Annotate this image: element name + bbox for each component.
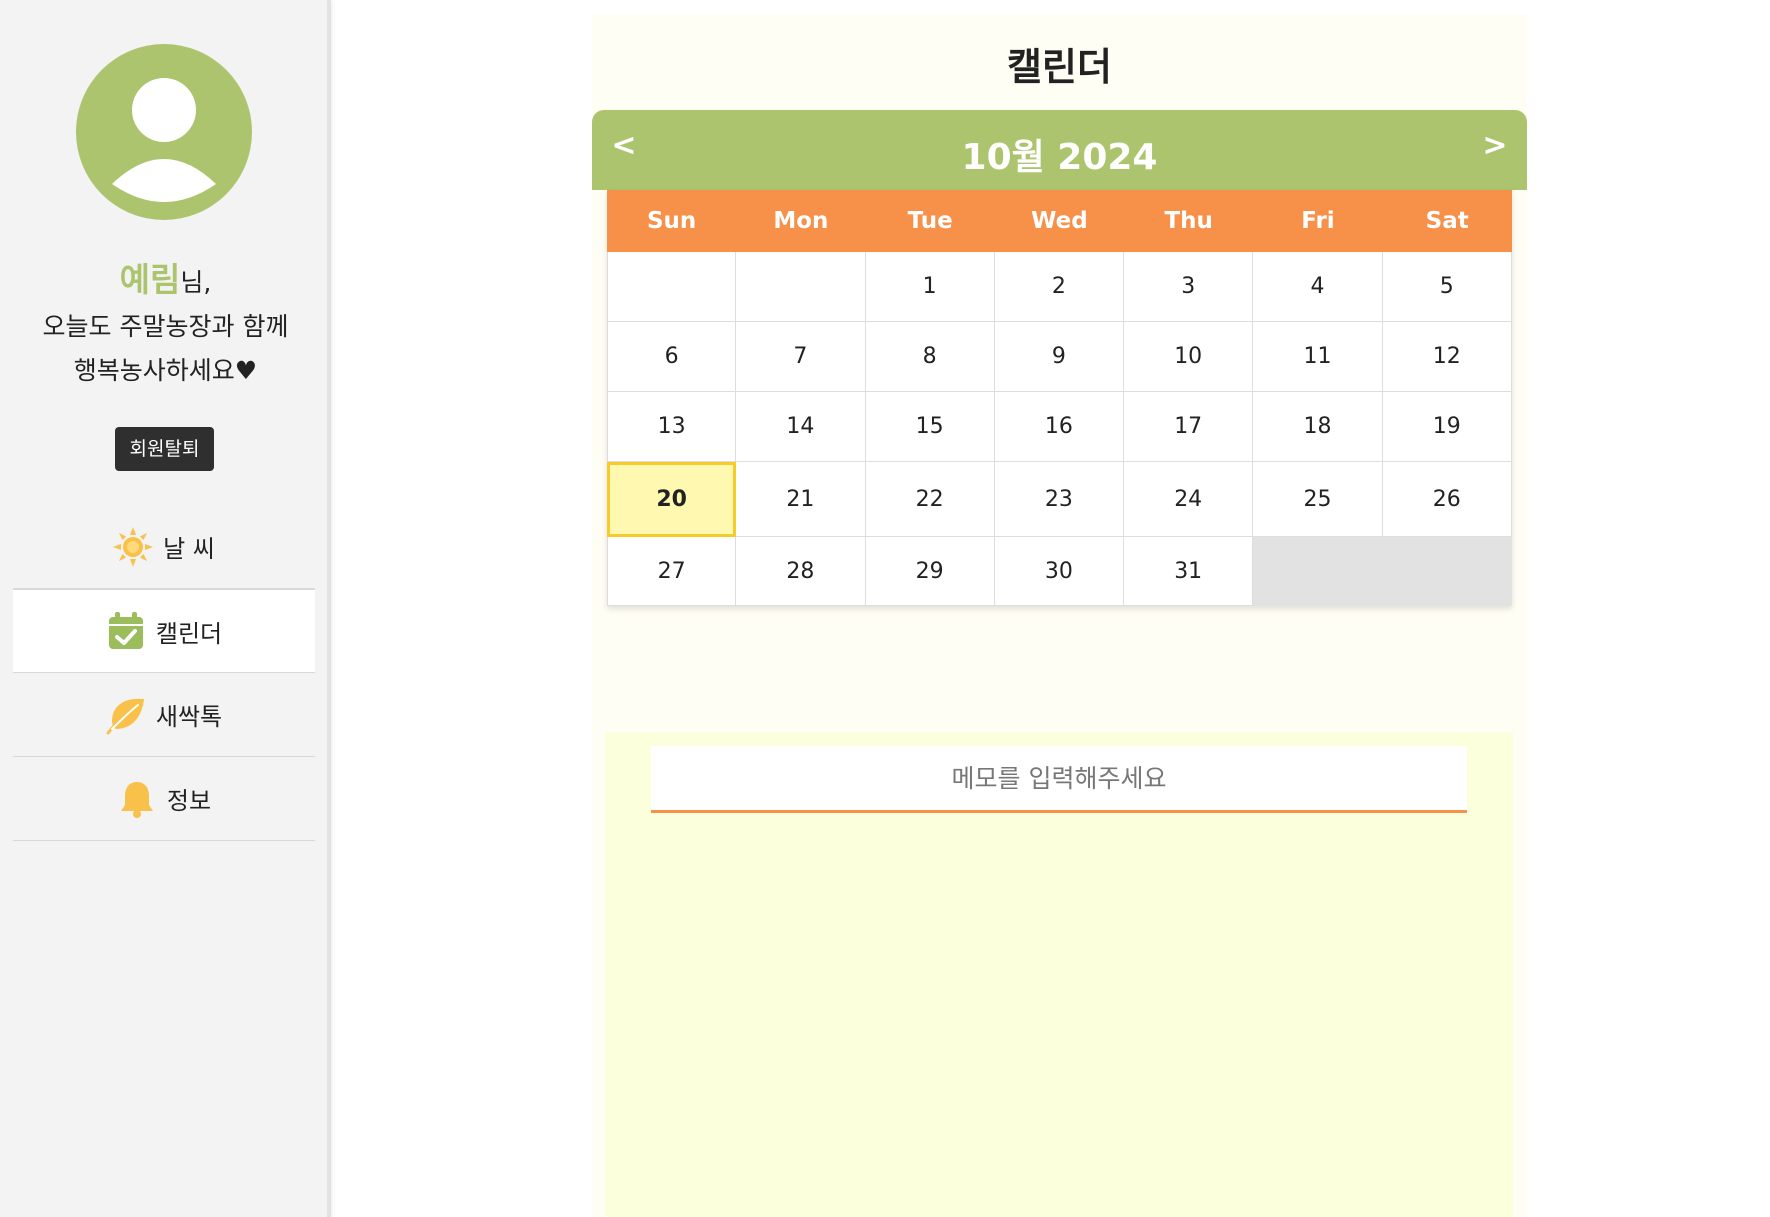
day-cell[interactable]: 11: [1253, 322, 1383, 392]
user-icon: [76, 44, 252, 220]
memo-input[interactable]: [651, 746, 1467, 813]
sidebar-item-calendar[interactable]: 캘린더: [13, 589, 315, 673]
day-cell[interactable]: 9: [994, 322, 1125, 392]
weekday-label: Thu: [1164, 208, 1213, 234]
sun-icon: [113, 526, 154, 567]
day-cell[interactable]: 31: [1124, 537, 1254, 606]
next-month-button[interactable]: >: [1475, 128, 1515, 163]
day-cell-empty: [736, 252, 866, 322]
day-cell[interactable]: 1: [865, 252, 995, 322]
day-cell[interactable]: 18: [1253, 392, 1383, 462]
day-cell[interactable]: 4: [1253, 252, 1383, 322]
leaf-icon: [106, 695, 146, 735]
day-cell[interactable]: 3: [1124, 252, 1254, 322]
greeting-line1: 예림님,: [0, 258, 331, 305]
greeting: 예림님, 오늘도 주말농장과 함께 행복농사하세요♥: [0, 258, 331, 393]
weekday-label: Fri: [1301, 208, 1335, 234]
greeting-suffix: 님,: [180, 268, 212, 297]
page-title: 캘린더: [1007, 45, 1112, 89]
greeting-line2: 오늘도 주말농장과 함께: [42, 312, 289, 341]
avatar: [76, 44, 252, 220]
sidebar-nav: 날 씨 캘린더 새싹톡 정보: [13, 505, 315, 841]
day-cell[interactable]: 23: [994, 462, 1125, 537]
day-cell-empty: [1382, 537, 1512, 606]
day-cell[interactable]: 17: [1124, 392, 1254, 462]
day-cell-empty: [607, 252, 737, 322]
calendar-panel: 캘린더 < 10월 2024 > Sun Mon Tue Wed Thu Fri…: [592, 14, 1527, 1217]
day-cell[interactable]: 28: [736, 537, 866, 606]
month-label: 10월 2024: [961, 137, 1158, 178]
weekday-label: Mon: [773, 208, 829, 234]
sidebar-item-label: 날 씨: [163, 535, 215, 563]
sidebar-item-label: 캘린더: [155, 619, 223, 648]
day-cell[interactable]: 2: [994, 252, 1125, 322]
day-cell[interactable]: 15: [865, 392, 995, 462]
day-cell[interactable]: 16: [994, 392, 1125, 462]
day-cell[interactable]: 24: [1124, 462, 1254, 537]
weekday-label: Wed: [1031, 208, 1088, 234]
calendar-week: 6 7 8 9 10 11 12: [607, 322, 1512, 392]
calendar-header: < 10월 2024 >: [592, 110, 1527, 190]
day-cell[interactable]: 29: [865, 537, 995, 606]
sidebar-item-weather[interactable]: 날 씨: [13, 505, 315, 589]
sidebar-item-info[interactable]: 정보: [13, 757, 315, 841]
sidebar: 예림님, 오늘도 주말농장과 함께 행복농사하세요♥ 회원탈퇴 날 씨 캘린더 …: [0, 0, 331, 1217]
greeting-line3: 행복농사하세요♥: [73, 356, 258, 385]
day-cell[interactable]: 10: [1124, 322, 1254, 392]
bell-icon: [117, 779, 157, 819]
day-cell[interactable]: 30: [994, 537, 1125, 606]
day-cell[interactable]: 8: [865, 322, 995, 392]
day-cell[interactable]: 6: [607, 322, 737, 392]
calendar-week: 13 14 15 16 17 18 19: [607, 392, 1512, 462]
memo-panel: [605, 732, 1513, 1217]
day-cell[interactable]: 14: [736, 392, 866, 462]
day-cell[interactable]: 12: [1382, 322, 1512, 392]
calendar-check-icon: [106, 611, 146, 651]
sidebar-item-label: 새싹톡: [155, 703, 223, 731]
calendar-week: 1 2 3 4 5: [607, 252, 1512, 322]
weekday-label: Sat: [1425, 208, 1469, 234]
weekday-header-row: Sun Mon Tue Wed Thu Fri Sat: [607, 190, 1512, 252]
sidebar-item-label: 정보: [166, 787, 212, 815]
day-cell-empty: [1253, 537, 1383, 606]
withdraw-button[interactable]: 회원탈퇴: [115, 427, 214, 471]
day-cell[interactable]: 27: [607, 537, 737, 606]
calendar-grid: Sun Mon Tue Wed Thu Fri Sat 1 2 3 4 5 6 …: [607, 190, 1512, 606]
day-cell[interactable]: 7: [736, 322, 866, 392]
calendar-week: 20 21 22 23 24 25 26: [607, 462, 1512, 537]
day-cell[interactable]: 21: [736, 462, 866, 537]
weekday-label: Sun: [646, 208, 697, 234]
day-cell[interactable]: 5: [1382, 252, 1512, 322]
weekday-label: Tue: [907, 208, 953, 234]
day-cell[interactable]: 22: [865, 462, 995, 537]
user-name: 예림: [119, 260, 181, 299]
day-cell[interactable]: 25: [1253, 462, 1383, 537]
sidebar-item-sprout-talk[interactable]: 새싹톡: [13, 673, 315, 757]
day-cell-today[interactable]: 20: [607, 462, 737, 537]
day-cell[interactable]: 19: [1382, 392, 1512, 462]
day-cell[interactable]: 13: [607, 392, 737, 462]
calendar-week: 27 28 29 30 31: [607, 537, 1512, 606]
day-cell[interactable]: 26: [1382, 462, 1512, 537]
